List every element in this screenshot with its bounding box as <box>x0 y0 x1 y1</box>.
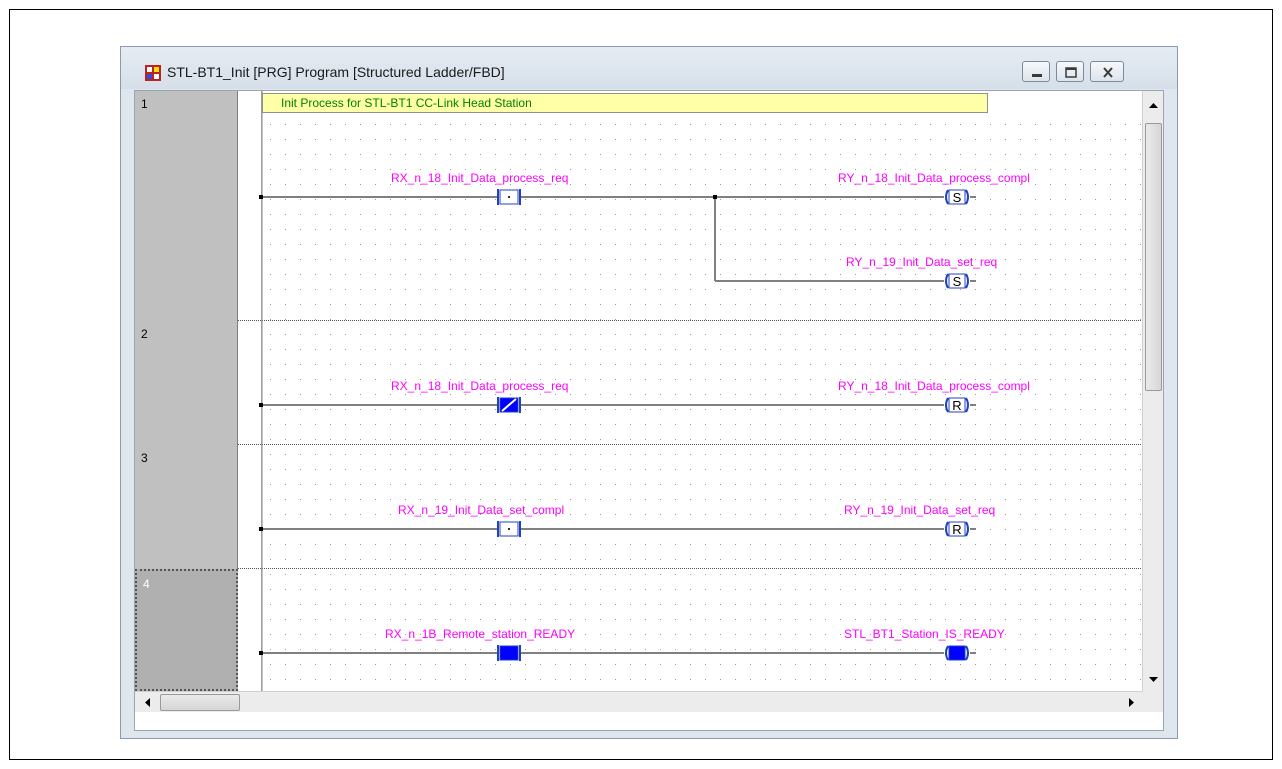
set-coil-icon[interactable]: S <box>944 272 984 290</box>
contact-label[interactable]: RX_n_18_Init_Data_process_req <box>391 171 568 185</box>
rung-header-3[interactable]: 3 <box>135 445 238 569</box>
svg-text:R: R <box>952 522 961 537</box>
rung-header-2[interactable]: 2 <box>135 321 238 445</box>
contact-icon[interactable] <box>496 643 522 663</box>
set-coil-icon[interactable]: S <box>944 188 984 206</box>
title-bar[interactable]: STL-BT1_Init [PRG] Program [Structured L… <box>121 47 1177 89</box>
app-icon <box>145 65 161 81</box>
rung-number: 2 <box>141 327 148 341</box>
svg-text:R: R <box>952 398 961 413</box>
scroll-up-icon[interactable] <box>1145 97 1162 114</box>
close-button[interactable] <box>1090 61 1124 82</box>
rung-2-wires <box>259 403 944 407</box>
svg-text:S: S <box>953 190 962 205</box>
program-window: STL-BT1_Init [PRG] Program [Structured L… <box>120 46 1178 739</box>
reset-coil-icon[interactable]: R <box>944 396 984 414</box>
coil-label[interactable]: STL_BT1_Station_IS_READY <box>844 627 1005 641</box>
restore-button[interactable] <box>1056 61 1084 82</box>
coil-label[interactable]: RY_n_18_Init_Data_process_compl <box>838 171 1030 185</box>
contact-label[interactable]: RX_n_1B_Remote_station_READY <box>385 627 575 641</box>
coil-icon[interactable] <box>944 644 984 662</box>
vertical-scroll-thumb[interactable] <box>1145 123 1162 391</box>
nc-contact-icon[interactable] <box>496 395 522 415</box>
scroll-down-icon[interactable] <box>1145 671 1162 688</box>
maximize-icon <box>1065 67 1077 78</box>
ladder-canvas[interactable]: Init Process for STL-BT1 CC-Link Head St… <box>238 91 1143 691</box>
scroll-corner <box>1143 691 1163 712</box>
editor-client: 1 2 3 4 Init Process for STL-BT1 CC-Link… <box>134 90 1164 731</box>
no-contact-icon[interactable] <box>496 187 522 207</box>
coil-label[interactable]: RY_n_19_Init_Data_set_req <box>844 503 995 517</box>
scroll-left-icon[interactable] <box>139 694 156 711</box>
branch-coil-label[interactable]: RY_n_19_Init_Data_set_req <box>846 255 997 269</box>
horizontal-scroll-thumb[interactable] <box>160 694 240 711</box>
rung-number: 1 <box>141 97 148 111</box>
rung-header-4[interactable]: 4 <box>135 569 238 691</box>
rung-1-wires <box>259 195 944 282</box>
rung-number: 3 <box>141 451 148 465</box>
reset-coil-icon[interactable]: R <box>944 520 984 538</box>
rung-4-wires <box>259 651 944 655</box>
minimize-button[interactable] <box>1022 61 1050 82</box>
no-contact-icon[interactable] <box>496 519 522 539</box>
window-title: STL-BT1_Init [PRG] Program [Structured L… <box>167 64 505 80</box>
minimize-icon <box>1032 74 1042 77</box>
svg-text:S: S <box>953 274 962 289</box>
contact-label[interactable]: RX_n_18_Init_Data_process_req <box>391 379 568 393</box>
contact-label[interactable]: RX_n_19_Init_Data_set_compl <box>398 503 564 517</box>
coil-label[interactable]: RY_n_18_Init_Data_process_compl <box>838 379 1030 393</box>
horizontal-scrollbar[interactable] <box>135 691 1143 712</box>
rung-3-wires <box>259 527 944 531</box>
scroll-right-icon[interactable] <box>1123 694 1140 711</box>
vertical-scrollbar[interactable] <box>1142 91 1163 691</box>
rung-number: 4 <box>143 577 150 591</box>
close-icon <box>1103 67 1113 78</box>
rung-header-1[interactable]: 1 <box>135 91 238 321</box>
